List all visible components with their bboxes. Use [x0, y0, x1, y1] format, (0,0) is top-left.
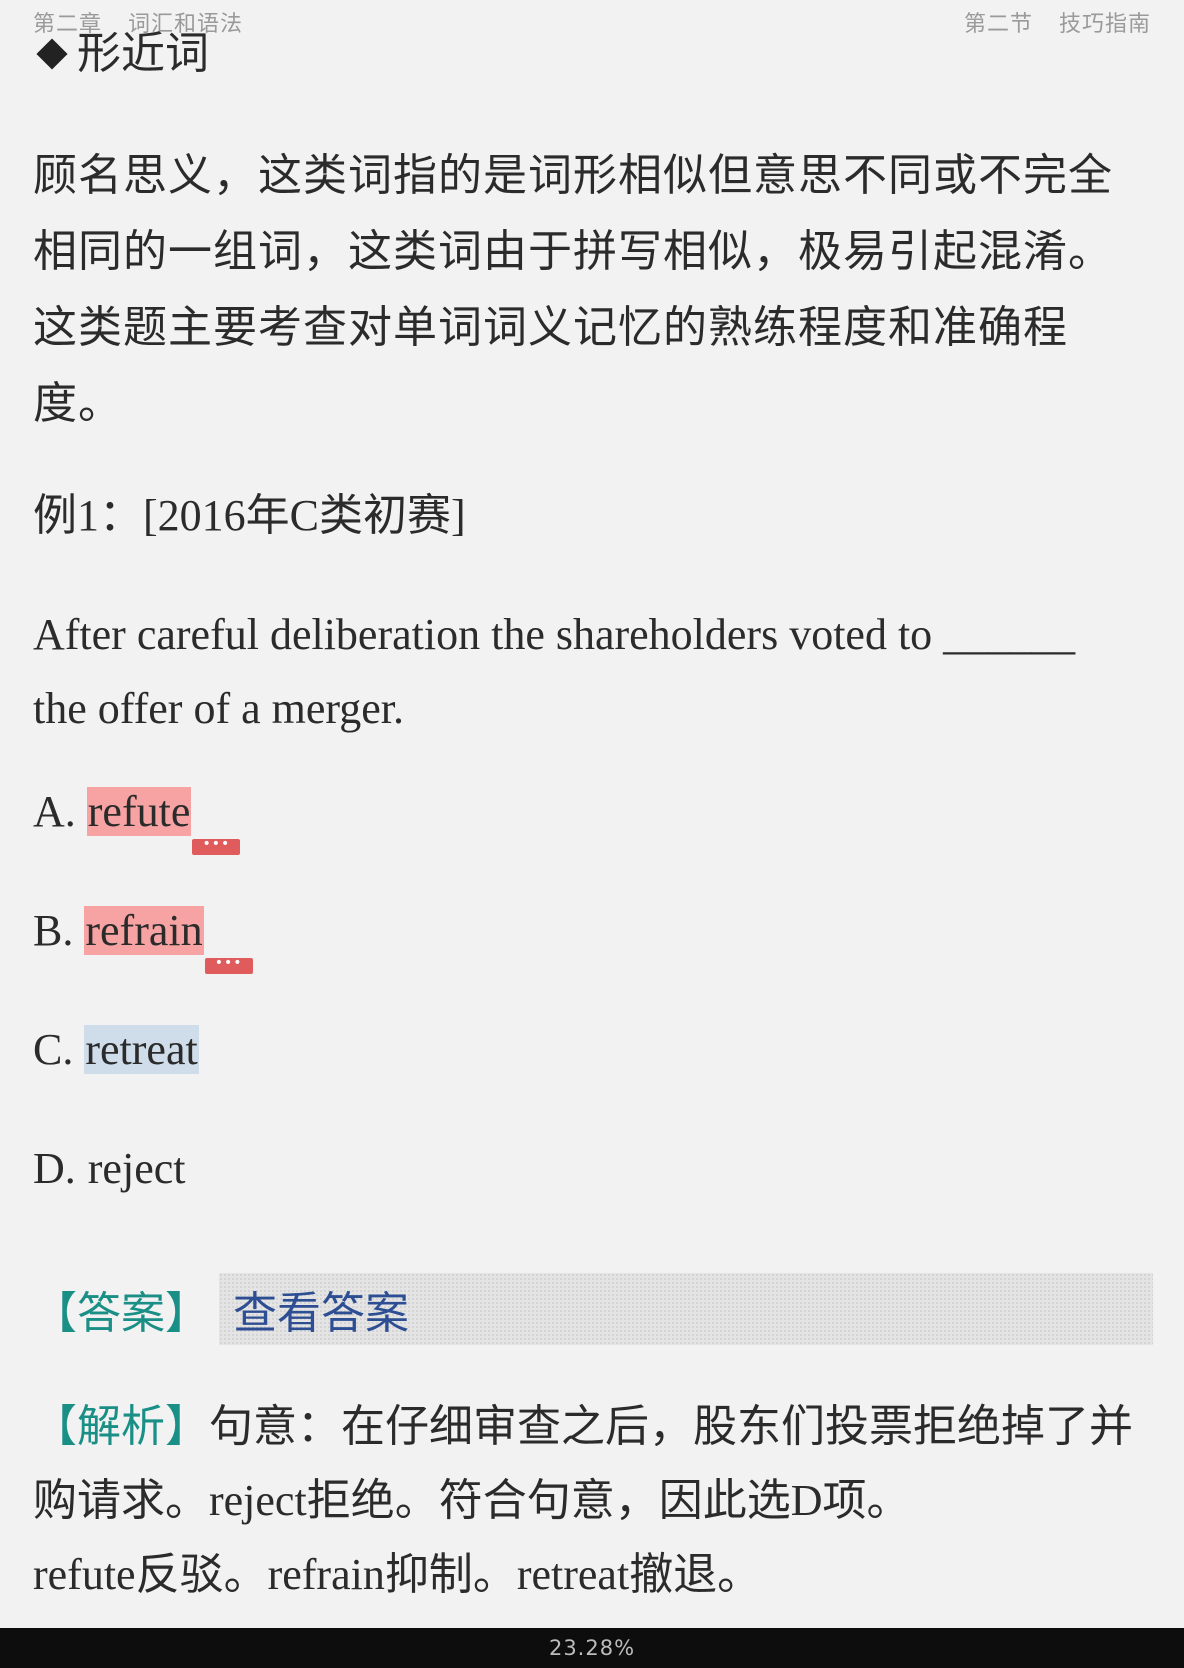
options-list: A. refute••• B. refrain••• C. retreat D.…	[33, 782, 1153, 1258]
example-label[interactable]: 例1：[2016年C类初赛]	[33, 486, 1153, 546]
highlighted-word[interactable]: retreat	[84, 1025, 199, 1074]
question-line-1: After careful deliberation the sharehold…	[33, 610, 1076, 659]
diamond-bullet-icon	[36, 38, 68, 70]
option-b[interactable]: B. refrain•••	[33, 901, 1153, 1020]
reader-content: 形近词 顾名思义，这类词指的是词形相似但意思不同或不完全相同的一组词，这类词由于…	[33, 22, 1153, 1612]
analysis-word-retreat: retreat	[516, 1550, 630, 1599]
section-heading: 形近词	[33, 22, 1153, 86]
analysis-text-2: 拒绝。符合句意，因此选	[306, 1475, 791, 1526]
analysis-paragraph[interactable]: 【解析】句意：在仔细审查之后，股东们投票拒绝掉了并购请求。reject拒绝。符合…	[33, 1390, 1153, 1612]
question-line-2: the offer of a merger.	[33, 684, 404, 733]
option-d[interactable]: D. reject	[33, 1139, 1153, 1258]
option-letter: A.	[33, 787, 76, 836]
answer-label: 【答案】	[33, 1288, 209, 1339]
view-answer-link[interactable]: 查看答案	[233, 1277, 409, 1341]
option-letter: D.	[33, 1144, 76, 1193]
analysis-label: 【解析】	[33, 1401, 209, 1452]
reading-progress-percent: 23.28%	[548, 1636, 636, 1660]
option-c[interactable]: C. retreat	[33, 1020, 1153, 1139]
analysis-answer-letter: D	[790, 1476, 823, 1525]
answer-row: 【答案】 查看答案	[33, 1272, 1153, 1346]
note-marker-icon[interactable]: •••	[204, 956, 253, 974]
analysis-word-reject: reject	[209, 1476, 307, 1525]
answer-reveal-box[interactable]: 查看答案	[219, 1273, 1153, 1345]
analysis-word-refute: refute	[33, 1550, 136, 1599]
option-a[interactable]: A. refute•••	[33, 782, 1153, 901]
analysis-text-5: 抑制。	[384, 1549, 517, 1600]
section-heading-text[interactable]: 形近词	[77, 22, 209, 86]
note-marker-icon[interactable]: •••	[192, 837, 241, 855]
analysis-word-refrain: refrain	[267, 1550, 385, 1599]
intro-paragraph[interactable]: 顾名思义，这类词指的是词形相似但意思不同或不完全相同的一组词，这类词由于拼写相似…	[33, 138, 1153, 442]
question-text[interactable]: After careful deliberation the sharehold…	[33, 598, 1153, 746]
analysis-text-6: 撤退。	[629, 1549, 762, 1600]
option-word: reject	[87, 1144, 186, 1193]
option-letter: C.	[33, 1025, 74, 1074]
option-letter: B.	[33, 906, 74, 955]
highlighted-word[interactable]: refute	[86, 787, 192, 836]
reading-progress-bar: 23.28%	[0, 1628, 1184, 1668]
highlighted-word[interactable]: refrain	[84, 906, 204, 955]
analysis-text-4: 反驳。	[135, 1549, 268, 1600]
analysis-text-3: 项。	[822, 1475, 911, 1526]
